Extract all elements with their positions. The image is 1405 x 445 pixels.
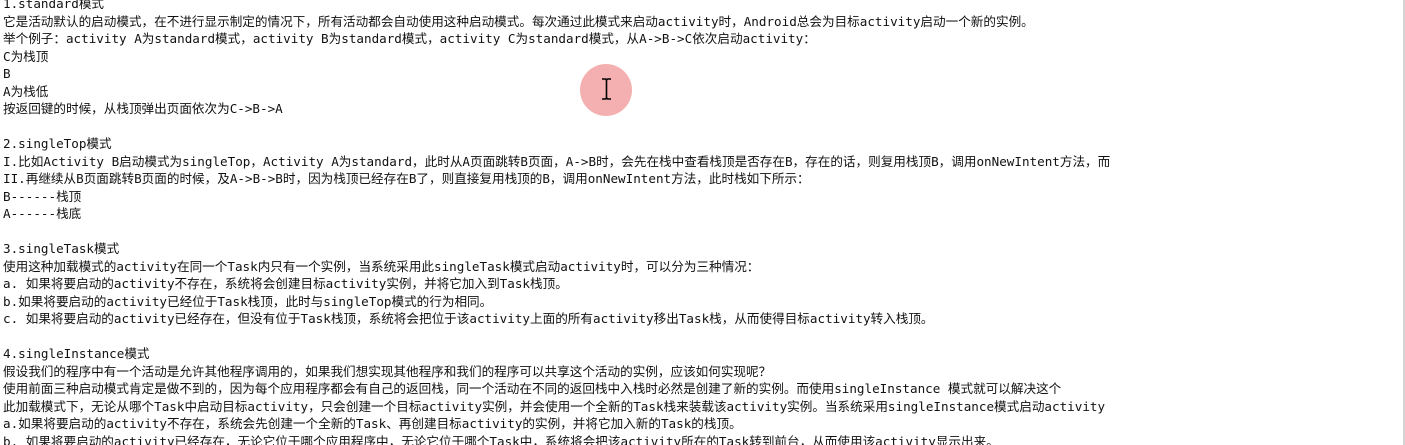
text-line: b.如果将要启动的activity已经位于Task栈顶，此时与singleTop… <box>3 293 493 309</box>
text-line: b. 如果将要启动的activity已经存在，无论它位于哪个应用程序中，无论它位… <box>3 433 999 445</box>
text-line: A为栈低 <box>3 83 49 99</box>
text-line: 假设我们的程序中有一个活动是允许其他程序调用的，如果我们想实现其他程序和我们的程… <box>3 363 772 379</box>
heading-singletask: 3.singleTask模式 <box>3 241 120 256</box>
text-line: B------栈顶 <box>3 188 82 204</box>
heading-singletop: 2.singleTop模式 <box>3 136 112 151</box>
text-line: 举个例子：activity A为standard模式，activity B为st… <box>3 31 816 46</box>
heading-standard: 1.standard模式 <box>3 0 105 11</box>
text-line: c. 如果将要启动的activity已经存在，但没有位于Task栈顶，系统将会把… <box>3 311 934 326</box>
text-editor[interactable]: 1.standard模式 它是活动默认的启动模式，在不进行显示制定的情况下，所有… <box>0 0 1405 445</box>
text-line: 使用这种加载模式的activity在同一个Task内只有一个实例，当系统采用此s… <box>3 258 760 274</box>
text-line: a. 如果将要启动的activity不存在，系统将会创建目标activity实例… <box>3 276 568 291</box>
document-body[interactable]: 1.standard模式 它是活动默认的启动模式，在不进行显示制定的情况下，所有… <box>3 0 1403 445</box>
text-line: 它是活动默认的启动模式，在不进行显示制定的情况下，所有活动都会自动使用这种启动模… <box>3 13 1034 29</box>
text-line: 按返回键的时候，从栈顶弹出页面依次为C->B->A <box>3 101 283 116</box>
text-line: I.比如Activity B启动模式为singleTop，Activity A为… <box>3 153 1111 169</box>
text-line: 使用前面三种启动模式肯定是做不到的，因为每个应用程序都会有自己的返回栈，同一个活… <box>3 381 1062 396</box>
text-line: II.再继续从B页面跳转B页面的时候，及A->B->B时，因为栈顶已经存在B了，… <box>3 171 810 186</box>
text-line: C为栈顶 <box>3 48 49 64</box>
text-line: B <box>3 66 11 81</box>
text-line: a.如果将要启动的activity不存在，系统会先创建一个全新的Task、再创建… <box>3 416 742 431</box>
i-beam-cursor-icon <box>602 78 611 100</box>
text-line: 此加载模式下，无论从哪个Task中启动目标activity，只会创建一个目标ac… <box>3 398 1106 414</box>
heading-singleinstance: 4.singleInstance模式 <box>3 346 150 361</box>
text-line: A------栈底 <box>3 206 82 221</box>
